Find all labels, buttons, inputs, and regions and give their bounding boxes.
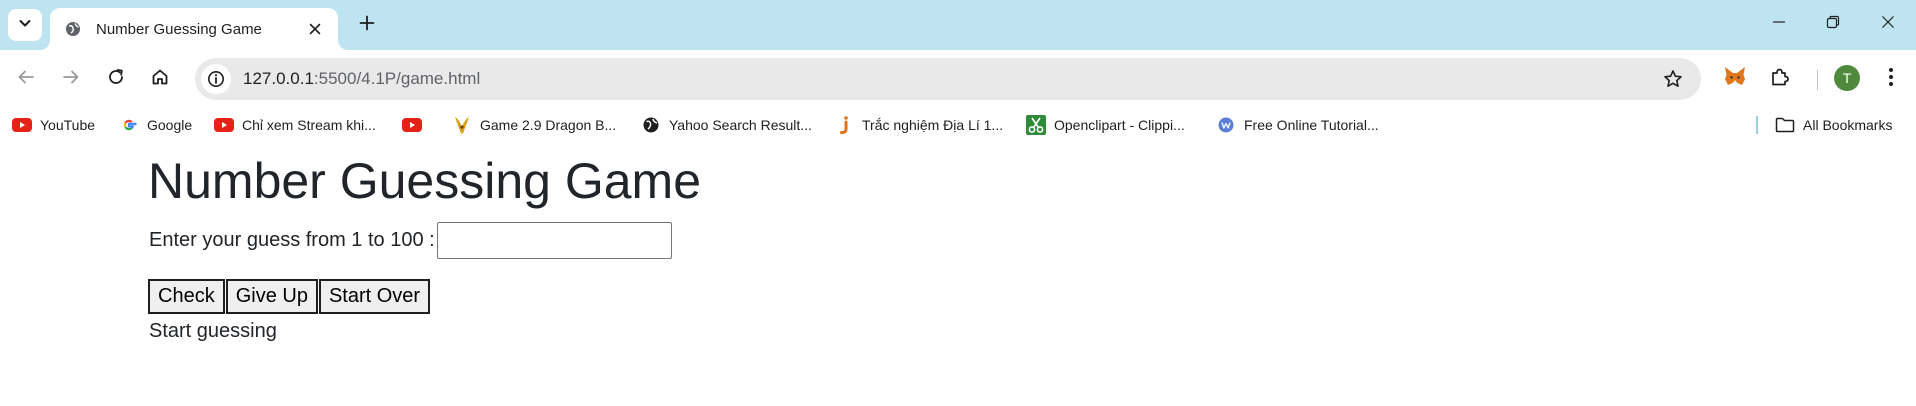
youtube-icon xyxy=(12,115,32,135)
bookmark-label: Yahoo Search Result... xyxy=(669,117,812,133)
j-icon xyxy=(834,115,854,135)
scissors-icon xyxy=(1026,115,1046,135)
close-tab-icon[interactable] xyxy=(304,18,326,40)
guess-label: Enter your guess from 1 to 100 : xyxy=(149,229,435,251)
folder-icon xyxy=(1775,115,1795,135)
plus-icon xyxy=(359,15,375,36)
back-button[interactable] xyxy=(8,61,44,97)
close-icon xyxy=(1881,15,1895,34)
tab-title: Number Guessing Game xyxy=(96,20,262,38)
bookmark-openclipart[interactable]: Openclipart - Clippi... xyxy=(1026,113,1185,137)
tab-search-button[interactable] xyxy=(8,9,42,41)
bookmark-trac-nghiem[interactable]: Trắc nghiệm Địa Lí 1... xyxy=(834,113,1003,137)
active-tab[interactable]: Number Guessing Game xyxy=(50,8,338,50)
give-up-button[interactable]: Give Up xyxy=(225,279,318,314)
restore-icon xyxy=(1826,15,1840,34)
guess-row: Enter your guess from 1 to 100 : xyxy=(149,222,672,259)
bookmarks-bar: YouTube Google Chỉ xem Stream khi... Gam… xyxy=(0,108,1916,142)
check-button[interactable]: Check xyxy=(148,279,225,314)
more-vertical-icon xyxy=(1888,67,1894,92)
site-info-icon[interactable] xyxy=(201,64,231,94)
guess-input[interactable] xyxy=(436,222,672,259)
forward-button[interactable] xyxy=(53,61,89,97)
new-tab-button[interactable] xyxy=(350,9,384,41)
bookmark-youtube-2[interactable] xyxy=(402,113,430,137)
all-bookmarks-label: All Bookmarks xyxy=(1803,117,1893,133)
dragon-icon xyxy=(452,115,472,135)
url-path: :5500/4.1P/game.html xyxy=(313,69,481,88)
button-row: Check Give Up Start Over xyxy=(148,279,431,314)
fox-icon xyxy=(1723,66,1747,93)
bookmarks-divider xyxy=(1756,116,1758,134)
page-content: Number Guessing Game Enter your guess fr… xyxy=(0,142,1916,406)
bookmark-dragon-game[interactable]: Game 2.9 Dragon B... xyxy=(452,113,616,137)
arrow-right-icon xyxy=(62,68,80,91)
bookmark-stream[interactable]: Chỉ xem Stream khi... xyxy=(214,113,376,137)
youtube-icon xyxy=(214,115,234,135)
chevron-down-icon xyxy=(18,16,32,35)
metamask-extension-button[interactable] xyxy=(1717,61,1753,97)
bookmark-label: Game 2.9 Dragon B... xyxy=(480,117,617,133)
arrow-left-icon xyxy=(17,68,35,91)
tab-strip: Number Guessing Game xyxy=(0,0,1916,50)
toolbar-divider xyxy=(1817,70,1818,90)
all-bookmarks-button[interactable]: All Bookmarks xyxy=(1775,113,1892,137)
close-window-button[interactable] xyxy=(1860,6,1916,42)
globe-icon xyxy=(64,20,82,38)
youtube-icon xyxy=(402,115,422,135)
minimize-icon xyxy=(1772,15,1786,34)
browser-toolbar: 127.0.0.1:5500/4.1P/game.html T xyxy=(0,50,1916,108)
page-title: Number Guessing Game xyxy=(148,153,702,209)
profile-avatar[interactable]: T xyxy=(1834,65,1860,91)
home-button[interactable] xyxy=(142,61,178,97)
bookmark-label: Chỉ xem Stream khi... xyxy=(242,117,376,133)
bookmark-star-icon[interactable] xyxy=(1661,67,1685,91)
minimize-button[interactable] xyxy=(1751,6,1807,42)
bookmark-yahoo-search[interactable]: Yahoo Search Result... xyxy=(641,113,812,137)
bookmark-free-tutorials[interactable]: Free Online Tutorial... xyxy=(1216,113,1379,137)
bookmark-label: Trắc nghiệm Địa Lí 1... xyxy=(862,117,1004,133)
address-bar[interactable]: 127.0.0.1:5500/4.1P/game.html xyxy=(195,58,1701,100)
bookmark-youtube[interactable]: YouTube xyxy=(12,113,95,137)
reload-button[interactable] xyxy=(98,61,134,97)
reload-icon xyxy=(107,68,125,91)
home-icon xyxy=(151,68,169,91)
bookmark-label: Openclipart - Clippi... xyxy=(1054,117,1185,133)
puzzle-icon xyxy=(1770,67,1790,92)
w-icon xyxy=(1216,115,1236,135)
bookmark-google[interactable]: Google xyxy=(119,113,192,137)
menu-button[interactable] xyxy=(1873,61,1909,97)
restore-button[interactable] xyxy=(1805,6,1861,42)
bookmark-label: Free Online Tutorial... xyxy=(1244,117,1379,133)
status-message: Start guessing xyxy=(149,320,277,342)
globe-icon xyxy=(641,115,661,135)
url-host: 127.0.0.1 xyxy=(243,69,314,88)
url-text: 127.0.0.1:5500/4.1P/game.html xyxy=(243,69,480,89)
start-over-button[interactable]: Start Over xyxy=(318,279,431,314)
bookmark-label: YouTube xyxy=(40,117,96,133)
google-icon xyxy=(119,115,139,135)
extensions-button[interactable] xyxy=(1762,61,1798,97)
bookmark-label: Google xyxy=(147,117,193,133)
